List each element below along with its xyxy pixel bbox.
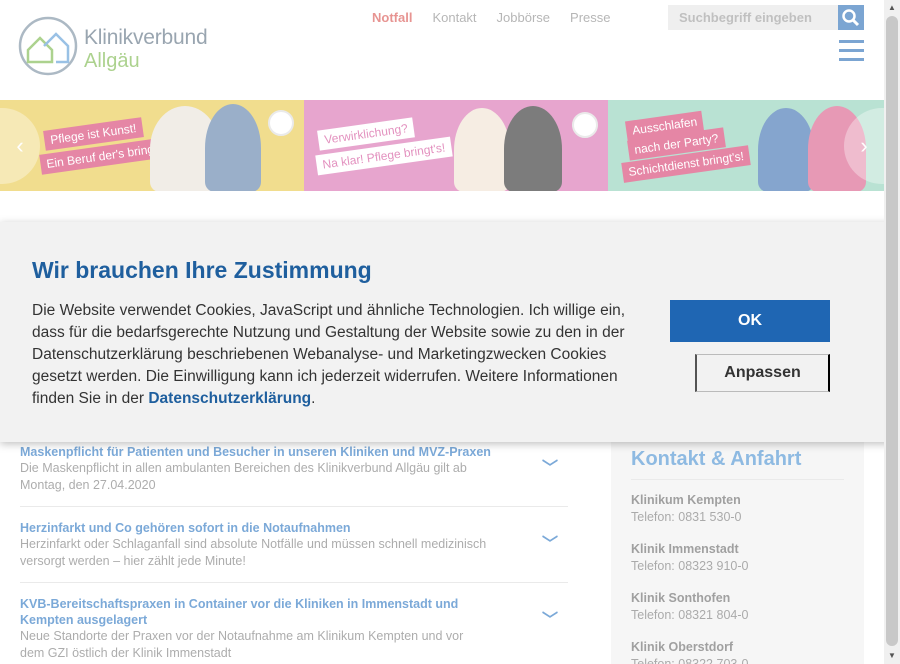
cookie-body: Die Website verwendet Cookies, JavaScrip… (32, 302, 626, 407)
cookie-text: Die Website verwendet Cookies, JavaScrip… (32, 302, 626, 407)
scroll-down-icon[interactable]: ▼ (887, 651, 897, 661)
privacy-policy-link[interactable]: Datenschutzerklärung (148, 390, 311, 407)
scrollbar[interactable]: ▲ ▼ (884, 0, 900, 664)
scroll-up-icon[interactable]: ▲ (887, 3, 897, 13)
ok-button[interactable]: OK (670, 300, 830, 342)
cookie-title: Wir brauchen Ihre Zustimmung (32, 257, 372, 283)
cookie-consent-dialog: Wir brauchen Ihre Zustimmung Die Website… (0, 222, 900, 442)
scrollbar-thumb[interactable] (886, 16, 898, 646)
adjust-button[interactable]: Anpassen (695, 354, 830, 392)
